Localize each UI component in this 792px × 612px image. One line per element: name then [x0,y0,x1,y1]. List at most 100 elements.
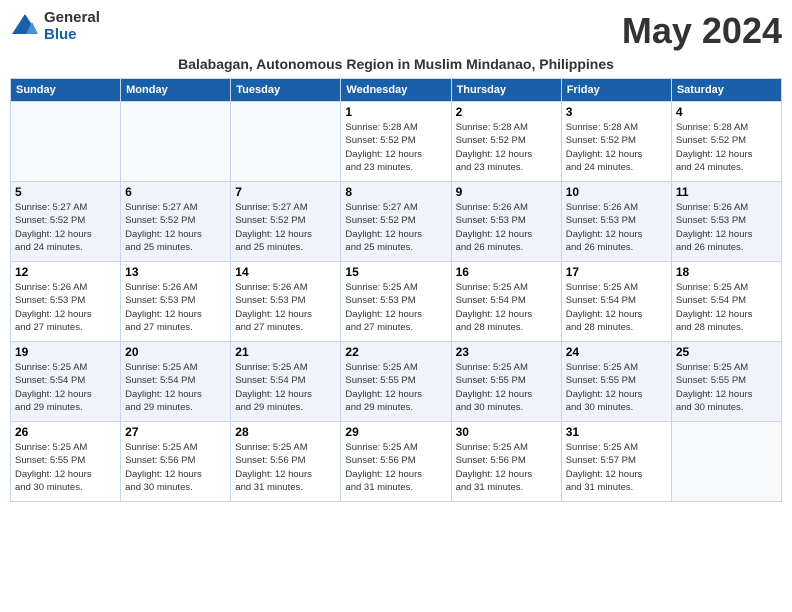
day-number: 30 [456,425,557,439]
week-row-1: 1Sunrise: 5:28 AMSunset: 5:52 PMDaylight… [11,102,782,182]
day-info: Sunrise: 5:25 AMSunset: 5:54 PMDaylight:… [566,281,667,334]
day-number: 25 [676,345,777,359]
calendar-table: Sunday Monday Tuesday Wednesday Thursday… [10,78,782,502]
col-saturday: Saturday [671,79,781,102]
calendar-cell: 27Sunrise: 5:25 AMSunset: 5:56 PMDayligh… [121,422,231,502]
day-info: Sunrise: 5:25 AMSunset: 5:57 PMDaylight:… [566,441,667,494]
calendar-cell: 20Sunrise: 5:25 AMSunset: 5:54 PMDayligh… [121,342,231,422]
day-info: Sunrise: 5:25 AMSunset: 5:53 PMDaylight:… [345,281,446,334]
calendar-cell: 13Sunrise: 5:26 AMSunset: 5:53 PMDayligh… [121,262,231,342]
calendar-cell: 12 Sunrise: 5:26 AMSunset: 5:53 PMDayligh… [11,262,121,342]
day-info: Sunrise: 5:25 AMSunset: 5:55 PMDaylight:… [345,361,446,414]
week-row-5: 26 Sunrise: 5:25 AMSunset: 5:55 PMDayligh… [11,422,782,502]
day-info: Sunrise: 5:25 AMSunset: 5:55 PMDaylight:… [456,361,557,414]
day-info: Sunrise: 5:25 AMSunset: 5:56 PMDaylight:… [235,441,336,494]
day-info: Sunrise: 5:25 AMSunset: 5:54 PMDaylight:… [235,361,336,414]
calendar-cell: 28 Sunrise: 5:25 AMSunset: 5:56 PMDayligh… [231,422,341,502]
week-row-3: 12 Sunrise: 5:26 AMSunset: 5:53 PMDayligh… [11,262,782,342]
day-info: Sunrise: 5:26 AMSunset: 5:53 PMDaylight:… [15,281,116,334]
calendar-cell: 9 Sunrise: 5:26 AMSunset: 5:53 PMDaylight… [451,182,561,262]
day-info: Sunrise: 5:25 AMSunset: 5:55 PMDaylight:… [15,441,116,494]
day-number: 22 [345,345,446,359]
day-number: 21 [235,345,336,359]
col-sunday: Sunday [11,79,121,102]
logo-text: General Blue [44,10,100,43]
day-number: 9 [456,185,557,199]
calendar-cell: 2 Sunrise: 5:28 AMSunset: 5:52 PMDaylight… [451,102,561,182]
day-info: Sunrise: 5:25 AMSunset: 5:54 PMDaylight:… [125,361,226,414]
calendar-cell: 14 Sunrise: 5:26 AMSunset: 5:53 PMDayligh… [231,262,341,342]
calendar-cell [11,102,121,182]
day-number: 15 [345,265,446,279]
day-number: 28 [235,425,336,439]
calendar-cell: 1Sunrise: 5:28 AMSunset: 5:52 PMDaylight… [341,102,451,182]
day-number: 24 [566,345,667,359]
day-info: Sunrise: 5:28 AMSunset: 5:52 PMDaylight:… [456,121,557,174]
day-number: 14 [235,265,336,279]
day-info: Sunrise: 5:25 AMSunset: 5:54 PMDaylight:… [456,281,557,334]
calendar-cell: 25 Sunrise: 5:25 AMSunset: 5:55 PMDayligh… [671,342,781,422]
col-monday: Monday [121,79,231,102]
calendar-cell: 8Sunrise: 5:27 AMSunset: 5:52 PMDaylight… [341,182,451,262]
day-info: Sunrise: 5:25 AMSunset: 5:54 PMDaylight:… [676,281,777,334]
week-row-2: 5 Sunrise: 5:27 AMSunset: 5:52 PMDaylight… [11,182,782,262]
day-info: Sunrise: 5:25 AMSunset: 5:54 PMDaylight:… [15,361,116,414]
calendar-cell: 11 Sunrise: 5:26 AMSunset: 5:53 PMDayligh… [671,182,781,262]
calendar-cell: 4 Sunrise: 5:28 AMSunset: 5:52 PMDaylight… [671,102,781,182]
day-number: 16 [456,265,557,279]
week-row-4: 19 Sunrise: 5:25 AMSunset: 5:54 PMDayligh… [11,342,782,422]
day-number: 6 [125,185,226,199]
day-number: 17 [566,265,667,279]
calendar-cell: 18Sunrise: 5:25 AMSunset: 5:54 PMDayligh… [671,262,781,342]
calendar-cell: 10Sunrise: 5:26 AMSunset: 5:53 PMDayligh… [561,182,671,262]
day-number: 8 [345,185,446,199]
calendar-cell: 26 Sunrise: 5:25 AMSunset: 5:55 PMDayligh… [11,422,121,502]
day-number: 31 [566,425,667,439]
day-number: 27 [125,425,226,439]
day-info: Sunrise: 5:28 AMSunset: 5:52 PMDaylight:… [345,121,446,174]
header: General Blue May 2024 [10,10,782,52]
logo-general: General [44,10,100,27]
calendar-cell: 21 Sunrise: 5:25 AMSunset: 5:54 PMDayligh… [231,342,341,422]
calendar-cell: 19 Sunrise: 5:25 AMSunset: 5:54 PMDayligh… [11,342,121,422]
calendar-cell [121,102,231,182]
calendar-cell: 15 Sunrise: 5:25 AMSunset: 5:53 PMDayligh… [341,262,451,342]
logo-blue: Blue [44,27,100,44]
day-number: 5 [15,185,116,199]
calendar-cell: 16 Sunrise: 5:25 AMSunset: 5:54 PMDayligh… [451,262,561,342]
day-number: 2 [456,105,557,119]
day-info: Sunrise: 5:25 AMSunset: 5:56 PMDaylight:… [456,441,557,494]
day-info: Sunrise: 5:26 AMSunset: 5:53 PMDaylight:… [235,281,336,334]
calendar-cell: 17 Sunrise: 5:25 AMSunset: 5:54 PMDayligh… [561,262,671,342]
day-number: 12 [15,265,116,279]
day-number: 4 [676,105,777,119]
day-info: Sunrise: 5:27 AMSunset: 5:52 PMDaylight:… [15,201,116,254]
day-info: Sunrise: 5:28 AMSunset: 5:52 PMDaylight:… [676,121,777,174]
logo: General Blue [10,10,100,43]
day-info: Sunrise: 5:26 AMSunset: 5:53 PMDaylight:… [456,201,557,254]
day-number: 23 [456,345,557,359]
calendar-cell: 5 Sunrise: 5:27 AMSunset: 5:52 PMDaylight… [11,182,121,262]
calendar-cell: 3Sunrise: 5:28 AMSunset: 5:52 PMDaylight… [561,102,671,182]
col-friday: Friday [561,79,671,102]
day-info: Sunrise: 5:27 AMSunset: 5:52 PMDaylight:… [125,201,226,254]
day-number: 11 [676,185,777,199]
day-info: Sunrise: 5:26 AMSunset: 5:53 PMDaylight:… [676,201,777,254]
calendar-cell: 23 Sunrise: 5:25 AMSunset: 5:55 PMDayligh… [451,342,561,422]
page-container: General Blue May 2024 Balabagan, Autonom… [10,10,782,502]
subtitle: Balabagan, Autonomous Region in Muslim M… [10,56,782,72]
calendar-cell [671,422,781,502]
calendar-header: Sunday Monday Tuesday Wednesday Thursday… [11,79,782,102]
logo-icon [10,12,40,42]
day-info: Sunrise: 5:25 AMSunset: 5:55 PMDaylight:… [566,361,667,414]
day-number: 19 [15,345,116,359]
day-number: 3 [566,105,667,119]
day-number: 26 [15,425,116,439]
calendar-cell: 31 Sunrise: 5:25 AMSunset: 5:57 PMDayligh… [561,422,671,502]
col-tuesday: Tuesday [231,79,341,102]
calendar-cell: 24 Sunrise: 5:25 AMSunset: 5:55 PMDayligh… [561,342,671,422]
day-info: Sunrise: 5:25 AMSunset: 5:56 PMDaylight:… [345,441,446,494]
day-number: 13 [125,265,226,279]
day-info: Sunrise: 5:25 AMSunset: 5:55 PMDaylight:… [676,361,777,414]
calendar-cell: 30 Sunrise: 5:25 AMSunset: 5:56 PMDayligh… [451,422,561,502]
